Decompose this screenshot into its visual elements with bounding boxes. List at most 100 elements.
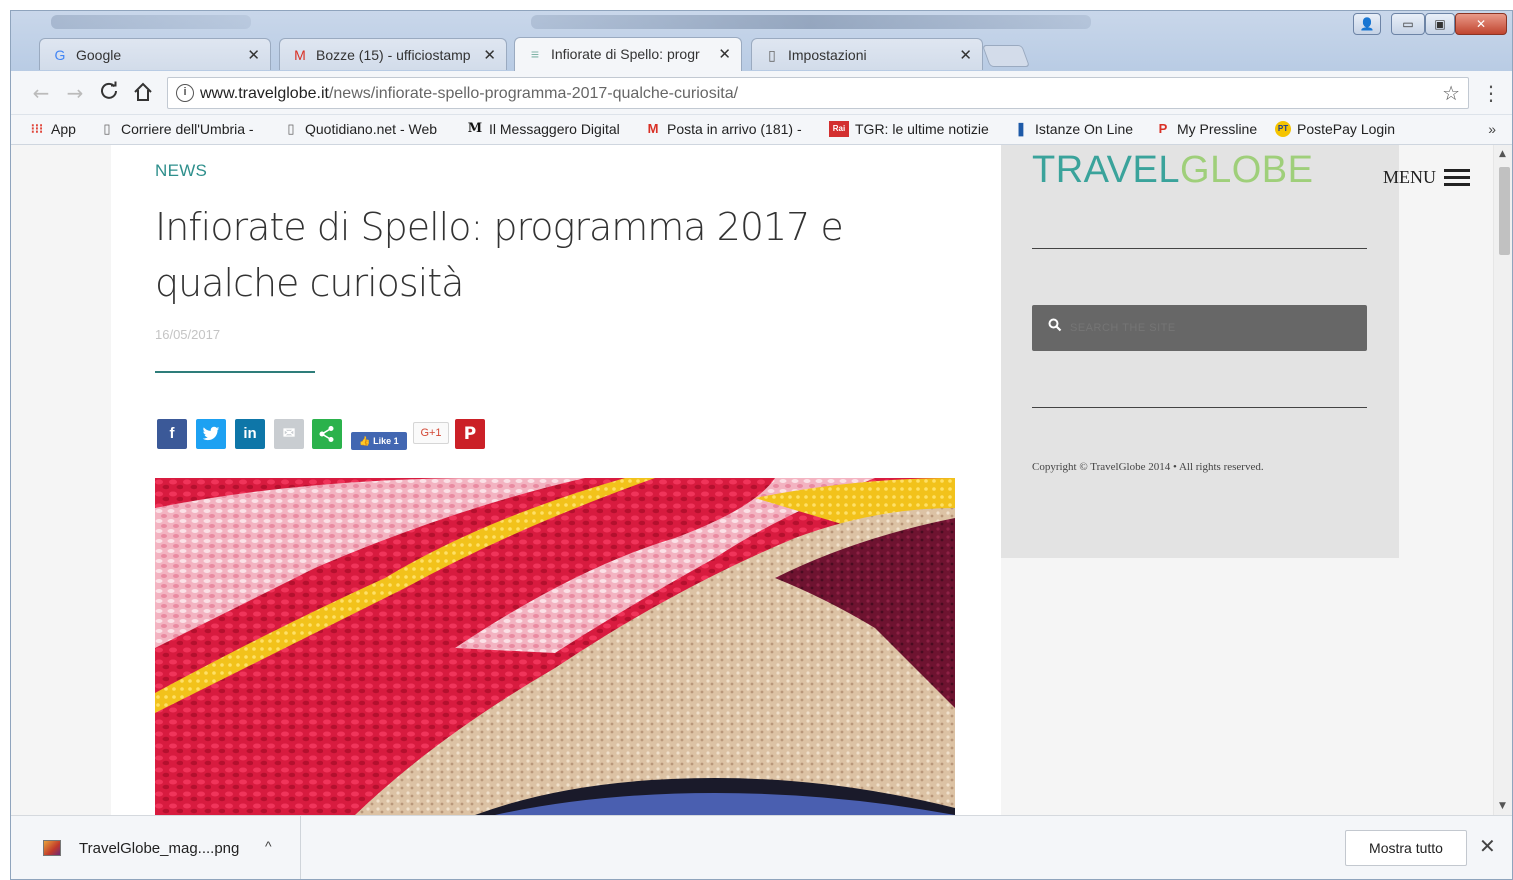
- pinterest-share-icon[interactable]: P: [455, 419, 485, 449]
- search-input[interactable]: [1070, 315, 1350, 341]
- bookmark-postepay[interactable]: PT PostePay Login: [1275, 121, 1395, 137]
- new-tab-button[interactable]: [981, 45, 1031, 67]
- bookmark-label: Istanze On Line: [1035, 121, 1134, 137]
- chevron-up-icon[interactable]: ^: [265, 838, 272, 854]
- bookmark-quotidiano[interactable]: ▯ Quotidiano.net - Web: [283, 121, 445, 137]
- scrollbar-thumb[interactable]: [1499, 167, 1510, 255]
- close-window-button[interactable]: ✕: [1455, 13, 1507, 35]
- pressline-icon: P: [1158, 121, 1168, 136]
- page-scrollbar[interactable]: ▲ ▼: [1493, 145, 1512, 815]
- forward-arrow-icon[interactable]: →: [63, 81, 87, 105]
- user-profile-button[interactable]: 👤: [1353, 13, 1381, 35]
- close-downloads-icon[interactable]: ✕: [1479, 834, 1496, 859]
- show-all-downloads-button[interactable]: Mostra tutto: [1345, 830, 1467, 866]
- bookmark-label: App: [51, 121, 76, 137]
- twitter-bird-icon: [202, 426, 220, 441]
- bookmark-label: My Pressline: [1177, 121, 1258, 137]
- address-bar[interactable]: i www.travelglobe.it/news/infiorate-spel…: [167, 77, 1469, 109]
- google-icon: G: [54, 47, 66, 63]
- bookmark-label: Posta in arrivo (181) -: [667, 121, 802, 137]
- twitter-share-icon[interactable]: [196, 419, 226, 449]
- scroll-down-arrow-icon[interactable]: ▼: [1499, 801, 1506, 811]
- bookmarks-overflow-icon[interactable]: »: [1488, 121, 1496, 137]
- back-arrow-icon[interactable]: ←: [29, 81, 53, 105]
- sidebar-divider: [1032, 407, 1367, 408]
- minimize-button[interactable]: ▭: [1391, 13, 1425, 35]
- postepay-icon: PT: [1275, 121, 1291, 137]
- article-hero-image: [155, 478, 955, 815]
- tab-impostazioni[interactable]: ▯ Impostazioni ✕: [751, 38, 983, 70]
- title-divider: [155, 371, 315, 373]
- url-text[interactable]: www.travelglobe.it/news/infiorate-spello…: [200, 85, 738, 103]
- apps-grid-icon: ⁝⁝⁝: [30, 121, 44, 136]
- window-title-blur: [51, 15, 251, 29]
- tab-label: Impostazioni: [788, 47, 867, 63]
- bookmark-label: PostePay Login: [1297, 121, 1396, 137]
- reload-icon: [101, 81, 117, 99]
- linkedin-share-icon[interactable]: in: [235, 419, 265, 449]
- tab-label: Bozze (15) - ufficiostamp: [316, 47, 471, 63]
- site-search-box[interactable]: [1032, 305, 1367, 351]
- document-icon: ▯: [103, 121, 111, 136]
- gmail-icon: M: [294, 47, 306, 63]
- reload-icon[interactable]: [97, 81, 121, 105]
- maximize-button[interactable]: ▣: [1425, 13, 1455, 35]
- tab-close-icon[interactable]: ✕: [247, 46, 260, 64]
- bookmark-label: Corriere dell'Umbria -: [121, 121, 254, 137]
- tab-label: Google: [76, 47, 122, 63]
- email-share-icon[interactable]: ✉: [274, 419, 304, 449]
- bookmark-app[interactable]: ⁝⁝⁝ App: [29, 121, 76, 137]
- bookmark-tgr[interactable]: Rai TGR: le ultime notizie: [829, 121, 995, 137]
- facebook-share-icon[interactable]: f: [157, 419, 187, 449]
- bookmark-label: Quotidiano.net - Web: [305, 121, 438, 137]
- bookmark-star-icon[interactable]: ☆: [1442, 81, 1460, 106]
- search-icon: [1048, 318, 1062, 336]
- article-date: 16/05/2017: [155, 327, 221, 342]
- page-viewport: NEWS Infiorate di Spello: programma 2017…: [11, 145, 1512, 815]
- google-plus-button[interactable]: G+1: [413, 422, 449, 444]
- bookmark-label: Il Messaggero Digital: [489, 121, 620, 137]
- download-filename: TravelGlobe_mag....png: [79, 840, 240, 857]
- tab-strip: 👤 ▭ ▣ ✕ G Google ✕ M Bozze (15) - uffici…: [11, 11, 1512, 73]
- home-icon: [134, 82, 152, 101]
- logo-part2: GLOBE: [1180, 149, 1314, 191]
- tab-gmail-bozze[interactable]: M Bozze (15) - ufficiostamp ✕: [279, 38, 507, 70]
- facebook-like-button[interactable]: 👍 Like 1: [351, 432, 407, 450]
- tab-label: Infiorate di Spello: progr: [551, 46, 700, 62]
- copyright-text: Copyright © TravelGlobe 2014 • All right…: [1032, 461, 1264, 473]
- rai-icon: Rai: [829, 121, 849, 137]
- bookmark-label: TGR: le ultime notizie: [855, 121, 989, 137]
- home-icon[interactable]: [131, 81, 155, 105]
- istanze-icon: ❚: [1015, 121, 1027, 136]
- menu-button[interactable]: MENU: [1383, 165, 1470, 190]
- travelglobe-logo[interactable]: TRAVELGLOBE: [1032, 149, 1313, 192]
- download-item[interactable]: TravelGlobe_mag....png ^: [11, 816, 301, 879]
- logo-part1: TRAVEL: [1032, 149, 1181, 191]
- browser-menu-icon[interactable]: ⋮: [1481, 79, 1501, 107]
- section-label[interactable]: NEWS: [155, 161, 207, 181]
- bookmark-posta-arrivo[interactable]: M Posta in arrivo (181) -: [645, 121, 809, 137]
- menu-label: MENU: [1383, 167, 1436, 187]
- browser-window: 👤 ▭ ▣ ✕ G Google ✕ M Bozze (15) - uffici…: [10, 10, 1513, 880]
- search-icon: [1048, 318, 1062, 332]
- generic-share-icon[interactable]: [312, 419, 342, 449]
- scroll-up-arrow-icon[interactable]: ▲: [1499, 149, 1506, 159]
- article-title: Infiorate di Spello: programma 2017 e qu…: [155, 205, 844, 305]
- url-path: /news/infiorate-spello-programma-2017-qu…: [328, 85, 739, 102]
- tab-close-icon[interactable]: ✕: [718, 45, 731, 63]
- bookmarks-bar: ⁝⁝⁝ App ▯ Corriere dell'Umbria - ▯ Quoti…: [11, 115, 1512, 145]
- bookmark-messaggero[interactable]: M Il Messaggero Digital: [467, 121, 620, 137]
- tab-infiorate-active[interactable]: ≡ Infiorate di Spello: progr ✕: [514, 37, 742, 71]
- downloads-bar: TravelGlobe_mag....png ^ Mostra tutto ✕: [11, 815, 1512, 879]
- url-host: www.travelglobe.it: [200, 85, 329, 102]
- tab-close-icon[interactable]: ✕: [959, 46, 972, 64]
- window-title-blur: [531, 15, 1091, 29]
- tab-close-icon[interactable]: ✕: [483, 46, 496, 64]
- gmail-icon: M: [647, 121, 659, 136]
- bookmark-istanze[interactable]: ❚ Istanze On Line: [1013, 121, 1134, 137]
- tab-google[interactable]: G Google ✕: [39, 38, 271, 70]
- bookmark-corriere-umbria[interactable]: ▯ Corriere dell'Umbria -: [99, 121, 261, 137]
- bookmark-pressline[interactable]: P My Pressline: [1155, 121, 1257, 137]
- infiorata-flower-carpet-image: [155, 478, 955, 815]
- site-info-icon[interactable]: i: [176, 84, 194, 102]
